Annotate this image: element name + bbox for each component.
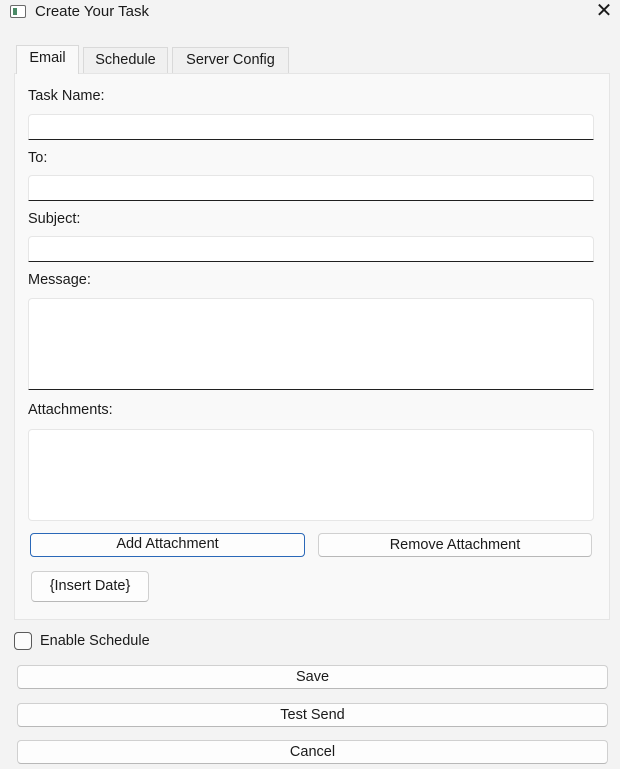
subject-label: Subject: <box>28 211 81 227</box>
tab-server-config[interactable]: Server Config <box>172 47 289 73</box>
test-send-button[interactable]: Test Send <box>17 703 608 727</box>
message-label: Message: <box>28 272 91 288</box>
title-bar: Create Your Task ✕ <box>0 0 620 26</box>
close-button[interactable]: ✕ <box>593 1 615 22</box>
insert-date-button[interactable]: {Insert Date} <box>31 571 149 602</box>
remove-attachment-button[interactable]: Remove Attachment <box>318 533 592 557</box>
tab-email[interactable]: Email <box>16 45 79 74</box>
add-attachment-button[interactable]: Add Attachment <box>30 533 305 557</box>
window-icon <box>10 5 26 18</box>
to-input[interactable] <box>28 175 594 201</box>
enable-schedule-checkbox[interactable] <box>14 632 32 650</box>
attachments-label: Attachments: <box>28 402 113 418</box>
message-textarea[interactable] <box>28 298 594 390</box>
cancel-button[interactable]: Cancel <box>17 740 608 764</box>
task-name-input[interactable] <box>28 114 594 140</box>
attachments-list[interactable] <box>28 429 594 521</box>
window-title: Create Your Task <box>35 3 149 20</box>
enable-schedule-label[interactable]: Enable Schedule <box>40 633 150 649</box>
to-label: To: <box>28 150 48 166</box>
tab-schedule[interactable]: Schedule <box>83 47 168 73</box>
subject-input[interactable] <box>28 236 594 262</box>
task-name-label: Task Name: <box>28 88 105 104</box>
save-button[interactable]: Save <box>17 665 608 689</box>
